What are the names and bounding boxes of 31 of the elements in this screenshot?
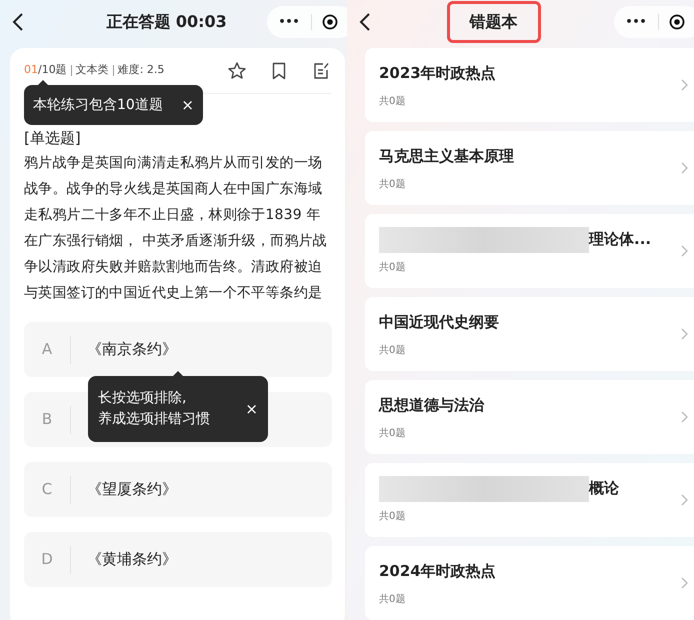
tooltip-text: 养成选项排错习惯 [98, 410, 210, 429]
option-text: 《望厦条约》 [87, 479, 177, 500]
category-title: 中国近现代史纲要 [379, 312, 499, 334]
option-letter: B [40, 409, 54, 430]
question-type: [单选题] [24, 128, 81, 148]
question-count: 共0题 [379, 178, 406, 192]
question-category: 文本类 [76, 62, 109, 78]
difficulty-label: 难度: 2.5 [118, 62, 164, 78]
question-count: 共0题 [379, 510, 406, 524]
question-count: 共0题 [379, 426, 406, 440]
option-letter: A [40, 339, 54, 360]
category-title: 马克思主义基本原理 [379, 146, 514, 168]
question-count: 共0题 [379, 592, 406, 606]
question-count: 共0题 [379, 344, 406, 358]
tooltip-text: 本轮练习包含10道题 [33, 96, 163, 114]
category-title: 概论 [589, 478, 619, 500]
option-letter: D [40, 549, 54, 570]
page-title: 正在答题 00:03 [106, 11, 227, 33]
category-title: 2023年时政热点 [379, 63, 496, 84]
category-title: 思想道德与法治 [379, 395, 484, 416]
category-title: 理论体... [589, 229, 652, 250]
question-count: 共0题 [379, 260, 406, 274]
option-text: 《南京条约》 [87, 339, 177, 360]
page-title: 错题本 [446, 1, 540, 43]
option-text: 《黄埔条约》 [87, 549, 177, 570]
question-meta: 01/10题 [24, 62, 67, 78]
option-letter: C [40, 479, 54, 500]
question-text: 鸦片战争是英国向满清走私鸦片从而引发的一场战争。战争的导火线是英国商人在中国广东海域走私鸦片二十多年不止日盛，林则徐于1839 年在广东强行销烟， 中英矛盾逐渐升级，而鸦片战争以清政府失败并赔款割地而告终。清政府被迫与英国签订的中国近代史上第一个不平等条约是 [24, 154, 328, 303]
tooltip-text: 长按选项排除, [98, 389, 188, 408]
question-count: 共0题 [379, 94, 406, 108]
category-title: 2024年时政热点 [379, 561, 496, 582]
